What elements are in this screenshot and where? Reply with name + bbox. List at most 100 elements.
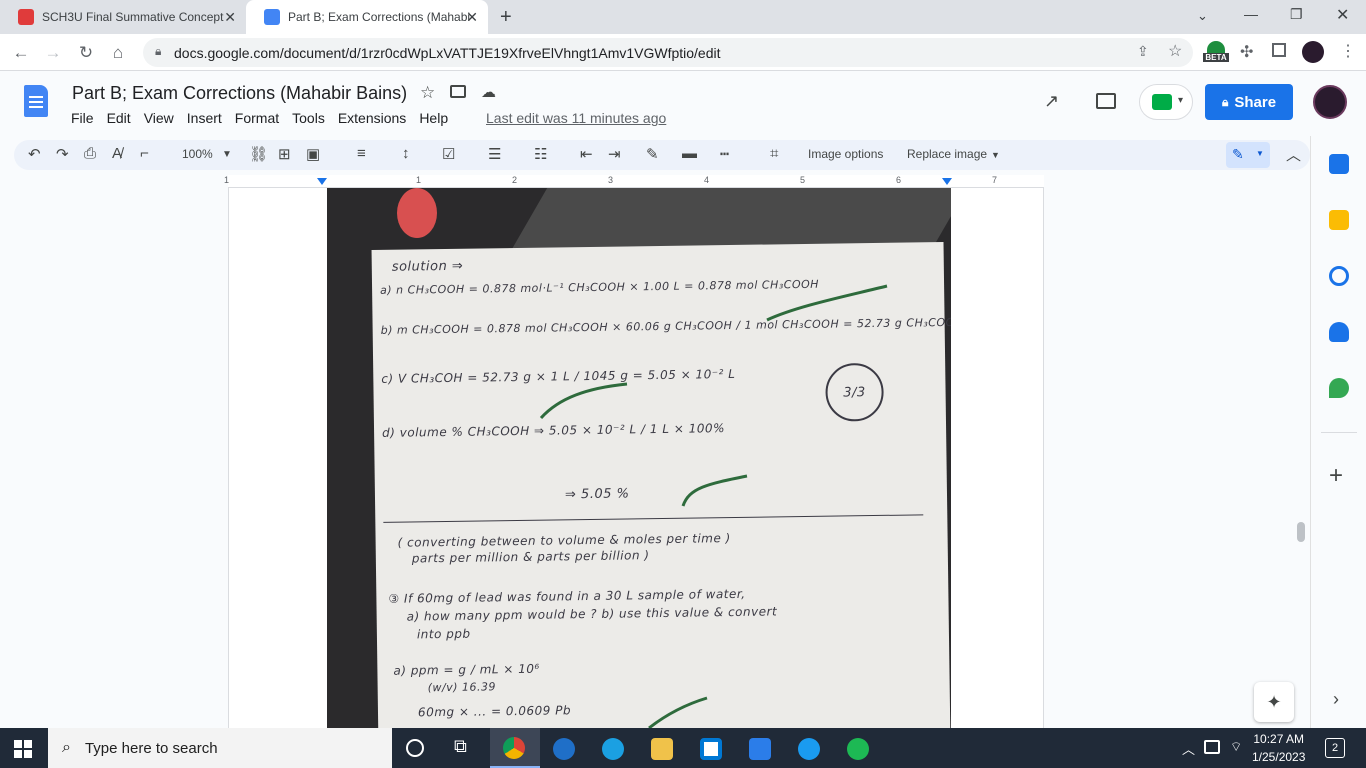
menu-extensions[interactable]: Extensions — [338, 110, 406, 126]
checklist-icon[interactable]: ☑ — [442, 145, 455, 163]
zoom-select[interactable]: 100% — [182, 147, 213, 161]
windows-start-icon[interactable] — [14, 740, 32, 758]
contacts-icon[interactable] — [1329, 322, 1349, 342]
show-side-panel-icon[interactable]: › — [1333, 689, 1339, 710]
menu-insert[interactable]: Insert — [187, 110, 222, 126]
document-title[interactable]: Part B; Exam Corrections (Mahabir Bains) — [72, 83, 407, 104]
side-panel-icon[interactable] — [1272, 43, 1286, 57]
tasks-icon[interactable] — [1329, 266, 1349, 286]
share-button[interactable]: 🔒︎ Share — [1205, 84, 1293, 120]
taskbar-clock[interactable]: 10:27 AM 1/25/2023 — [1252, 730, 1305, 766]
menu-view[interactable]: View — [144, 110, 174, 126]
zoom-dropdown-icon[interactable]: ▼ — [222, 149, 232, 160]
restore-icon[interactable]: ❐ — [1290, 6, 1303, 23]
add-comment-icon[interactable]: ⊞ — [278, 145, 291, 163]
tab-sch3u[interactable]: SCH3U Final Summative Concept ✕ — [0, 0, 246, 34]
ruler[interactable]: 1 1 2 3 4 5 6 7 — [224, 175, 1044, 188]
mail-icon[interactable] — [749, 738, 771, 760]
explore-sparkle-icon[interactable]: ✦ — [1254, 682, 1294, 722]
close-window-icon[interactable]: ✕ — [1336, 5, 1349, 25]
task-view-icon[interactable]: ⧉ — [454, 736, 467, 757]
redo-icon[interactable]: ↷ — [56, 145, 69, 163]
comments-icon[interactable] — [1096, 93, 1116, 109]
vertical-scrollbar[interactable] — [1297, 522, 1305, 542]
hide-menus-icon[interactable]: ︿ — [1286, 144, 1301, 165]
extension-beta-icon[interactable]: BETA — [1203, 41, 1229, 65]
home-icon[interactable]: ⌂ — [107, 42, 129, 64]
close-tab-icon[interactable]: ✕ — [466, 9, 478, 26]
get-add-ons-icon[interactable]: + — [1329, 462, 1343, 490]
new-tab-icon[interactable]: + — [500, 6, 512, 29]
star-icon[interactable]: ☆ — [420, 83, 435, 103]
store-icon[interactable] — [700, 738, 722, 760]
skype-icon[interactable] — [798, 738, 820, 760]
border-weight-icon[interactable]: ▬ — [682, 145, 697, 162]
extensions-puzzle-icon[interactable]: ✣ — [1240, 42, 1253, 62]
border-dash-icon[interactable]: ┅ — [720, 145, 729, 163]
embedded-photo[interactable]: solution ⇒ a) n CH₃COOH = 0.878 mol·L⁻¹ … — [327, 188, 951, 728]
keep-icon[interactable] — [1329, 210, 1349, 230]
insert-image-icon[interactable]: ▣ — [306, 145, 320, 163]
pencil-icon: ✎ — [1232, 146, 1244, 162]
tab-search-icon[interactable]: ⌄ — [1197, 8, 1208, 24]
decrease-indent-icon[interactable]: ⇤ — [580, 145, 593, 163]
meet-button[interactable]: ▾ — [1139, 84, 1193, 120]
link-icon[interactable]: ⛓ — [249, 145, 268, 163]
maps-icon[interactable] — [1329, 378, 1349, 398]
minimize-icon[interactable]: — — [1244, 6, 1258, 22]
paint-format-icon[interactable]: ⌐ — [140, 145, 149, 162]
editing-mode-button[interactable]: ✎ ▼ — [1226, 142, 1270, 168]
numbered-list-icon[interactable]: ☷ — [534, 145, 547, 163]
spotify-icon[interactable] — [847, 738, 869, 760]
replace-image-dropdown-icon[interactable]: ▼ — [991, 150, 1000, 160]
internet-explorer-icon[interactable] — [553, 738, 575, 760]
menu-help[interactable]: Help — [419, 110, 448, 126]
show-hidden-icons-icon[interactable]: ︿ — [1182, 739, 1195, 758]
right-indent-marker[interactable] — [942, 178, 952, 185]
tab-favicon-icon — [18, 9, 34, 25]
menu-format[interactable]: Format — [235, 110, 279, 126]
more-menu-icon[interactable]: ⋮ — [1340, 41, 1356, 61]
replace-image-button[interactable]: Replace image — [907, 147, 987, 161]
tab-part-b[interactable]: Part B; Exam Corrections (Mahabi ✕ — [246, 0, 488, 34]
network-icon[interactable]: ⌔ — [1230, 739, 1242, 755]
undo-icon[interactable]: ↶ — [28, 145, 41, 163]
border-color-icon[interactable]: ✎ — [646, 145, 659, 163]
menu-tools[interactable]: Tools — [292, 110, 325, 126]
chrome-taskbar-button[interactable] — [490, 728, 540, 768]
cortana-icon[interactable] — [406, 739, 424, 757]
increase-indent-icon[interactable]: ⇥ — [608, 145, 621, 163]
line-spacing-icon[interactable]: ↕ — [402, 145, 410, 162]
spellcheck-icon[interactable]: A̸ — [112, 145, 122, 162]
reload-icon[interactable]: ↻ — [75, 42, 97, 64]
document-canvas: solution ⇒ a) n CH₃COOH = 0.878 mol·L⁻¹ … — [0, 188, 1310, 728]
file-explorer-icon[interactable] — [651, 738, 673, 760]
docs-logo-icon[interactable] — [24, 85, 48, 117]
taskbar-search[interactable]: ⌕ Type here to search — [48, 728, 392, 768]
notification-center-icon[interactable]: 2 — [1325, 738, 1345, 758]
calendar-icon[interactable] — [1329, 154, 1349, 174]
beta-label: BETA — [1203, 53, 1229, 62]
meet-now-icon[interactable] — [1204, 740, 1220, 754]
search-icon: ⌕ — [62, 739, 71, 756]
move-folder-icon[interactable] — [450, 85, 466, 98]
back-icon[interactable]: ← — [10, 42, 32, 64]
account-avatar[interactable] — [1313, 85, 1347, 119]
align-icon[interactable]: ≡ — [357, 145, 366, 162]
close-tab-icon[interactable]: ✕ — [224, 9, 236, 26]
activity-trend-icon[interactable]: ↗ — [1044, 91, 1059, 112]
image-options-button[interactable]: Image options — [808, 147, 883, 161]
bookmark-star-icon[interactable]: ☆ — [1168, 41, 1182, 61]
menu-edit[interactable]: Edit — [107, 110, 131, 126]
crop-icon[interactable]: ⌗ — [770, 145, 778, 162]
last-edit-link[interactable]: Last edit was 11 minutes ago — [486, 110, 666, 126]
print-icon[interactable]: ⎙ — [84, 145, 96, 162]
profile-avatar[interactable] — [1302, 41, 1324, 63]
omnibox[interactable]: 🔒︎ docs.google.com/document/d/1rzr0cdWpL… — [143, 38, 1193, 67]
forward-icon[interactable]: → — [42, 42, 64, 64]
left-indent-marker[interactable] — [317, 178, 327, 185]
edge-icon[interactable] — [602, 738, 624, 760]
share-page-icon[interactable]: ⇪ — [1137, 43, 1149, 60]
menu-file[interactable]: File — [71, 110, 94, 126]
bulleted-list-icon[interactable]: ☰ — [488, 145, 501, 163]
